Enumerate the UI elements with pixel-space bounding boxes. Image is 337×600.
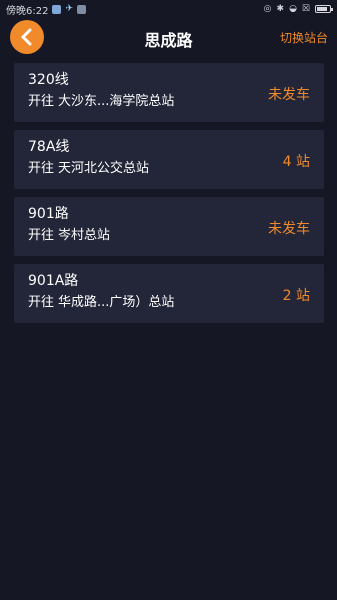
gallery-notification-icon [52, 4, 62, 14]
status-bar: 傍晚6:22 ✈ ◎ ✱ ◒ ☒ [0, 0, 337, 18]
no-signal-icon: ☒ [301, 4, 310, 14]
route-destination: 天河北公交总站 [58, 161, 150, 176]
route-card[interactable]: 320线 开往 大沙东...海学院总站 未发车 [14, 63, 324, 122]
status-right: ◎ ✱ ◒ ☒ [263, 4, 333, 14]
battery-fill [317, 7, 327, 11]
route-list: 320线 开往 大沙东...海学院总站 未发车 78A线 开往 天河北公交总站 4 … [14, 63, 324, 331]
battery-icon [315, 5, 333, 13]
route-status: 2 站 [282, 288, 310, 304]
direction-prefix: 开往 [28, 228, 55, 243]
status-time: 傍晚6:22 [6, 5, 49, 17]
direction-prefix: 开往 [28, 295, 55, 310]
route-direction: 开往 天河北公交总站 [28, 160, 312, 178]
route-card[interactable]: 901A路 开往 华成路...广场）总站 2 站 [14, 264, 324, 323]
route-direction: 开往 华成路...广场）总站 [28, 294, 312, 312]
route-destination: 华成路...广场）总站 [58, 295, 175, 310]
wifi-icon: ◒ [289, 4, 297, 14]
route-status: 未发车 [268, 221, 310, 237]
app-notification-icon [77, 4, 87, 14]
route-card[interactable]: 78A线 开往 天河北公交总站 4 站 [14, 130, 324, 189]
direction-prefix: 开往 [28, 94, 55, 109]
route-destination: 岑村总站 [58, 228, 111, 243]
header: 思成路 切换站台 [0, 18, 337, 58]
direction-prefix: 开往 [28, 161, 55, 176]
status-left: 傍晚6:22 ✈ [6, 2, 87, 17]
route-name: 901A路 [28, 273, 79, 289]
route-status: 4 站 [282, 154, 310, 170]
route-name: 78A线 [28, 139, 70, 155]
route-status: 未发车 [268, 87, 310, 103]
bird-notification-icon: ✈ [65, 3, 74, 14]
alarm-icon: ◎ [263, 4, 272, 14]
route-destination: 大沙东...海学院总站 [58, 94, 175, 109]
bluetooth-icon: ✱ [276, 4, 285, 14]
switch-station-button[interactable]: 切换站台 [280, 29, 328, 46]
route-card[interactable]: 901路 开往 岑村总站 未发车 [14, 197, 324, 256]
